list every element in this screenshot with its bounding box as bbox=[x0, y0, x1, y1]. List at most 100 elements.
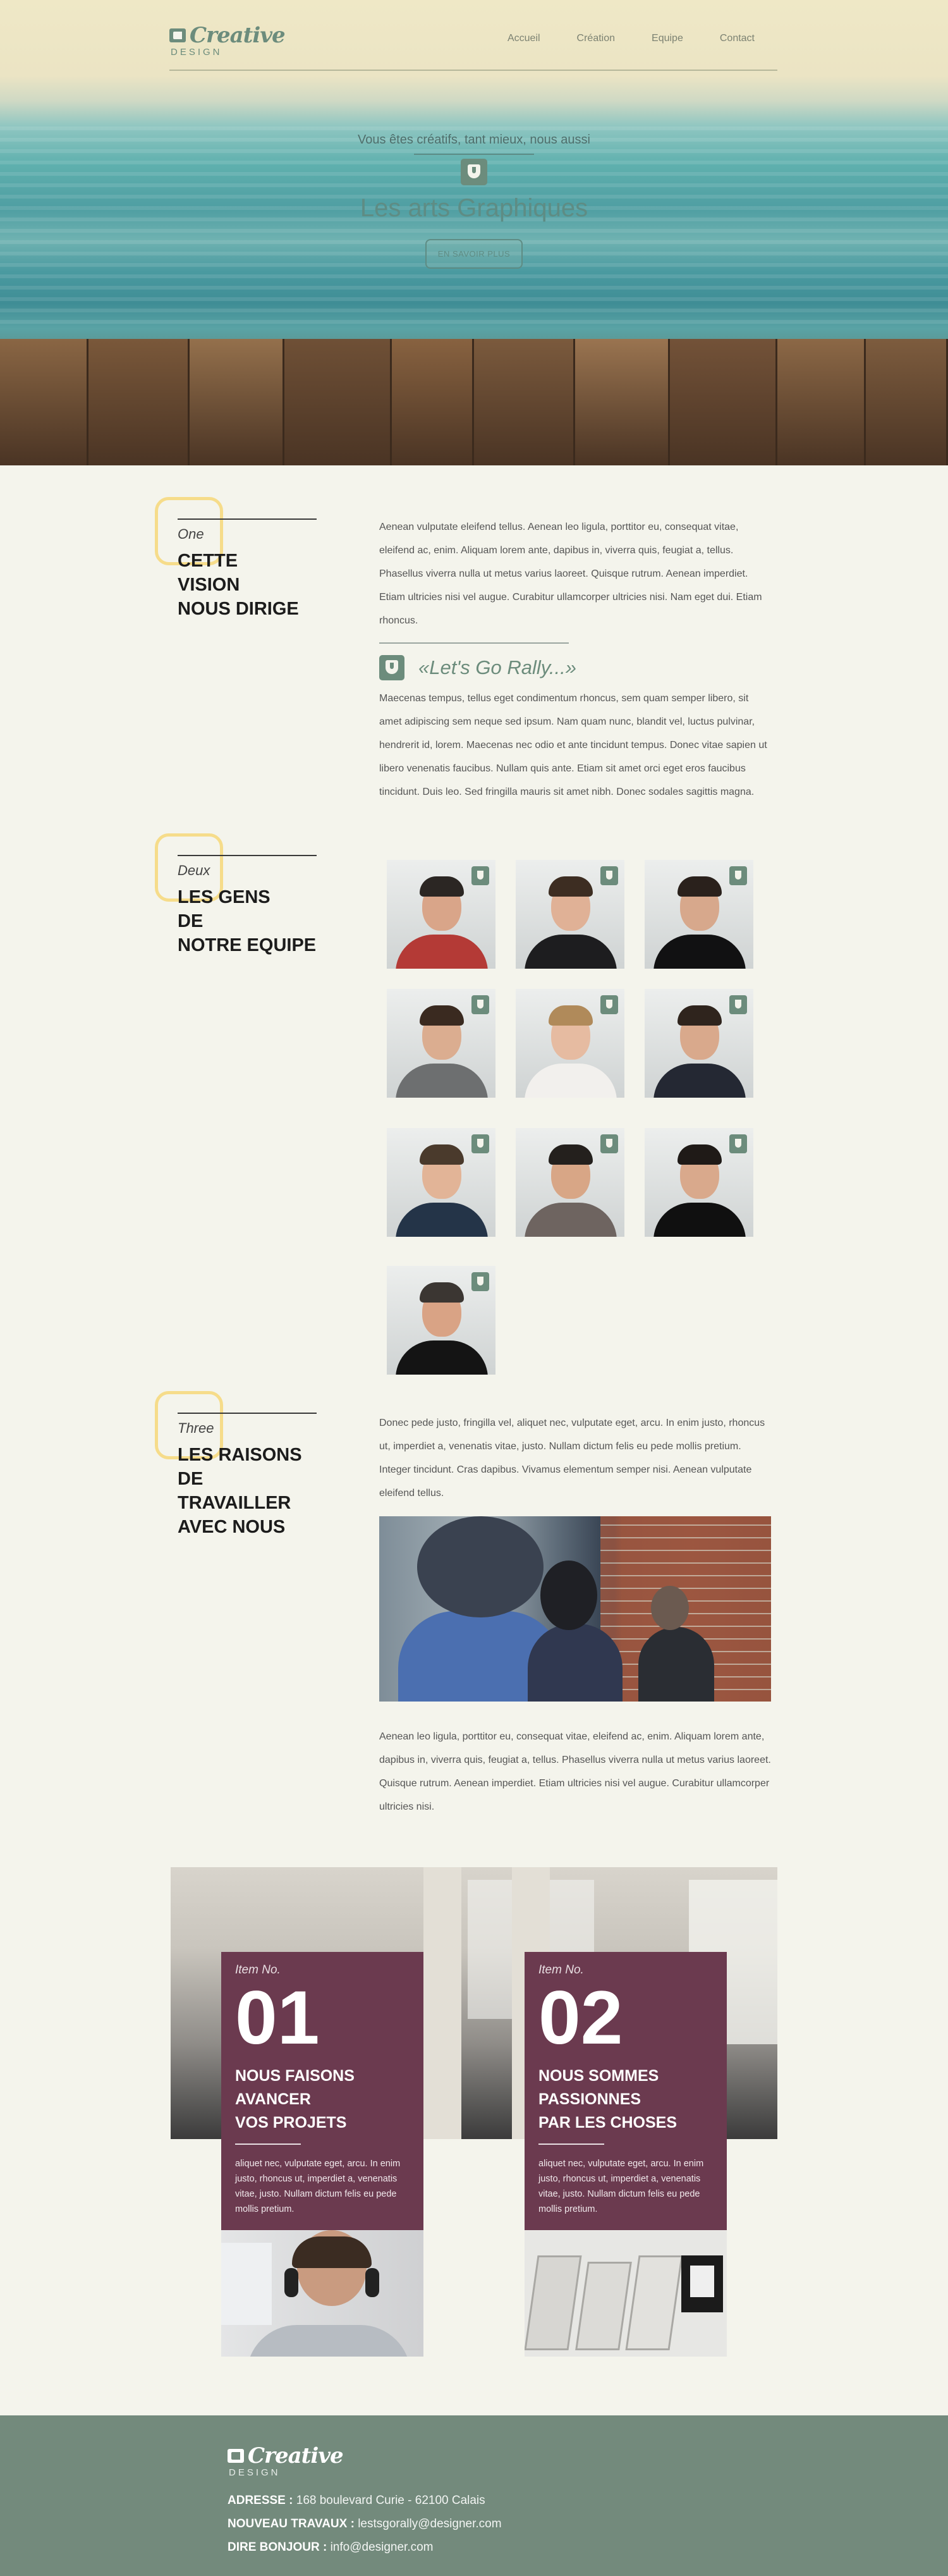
items-section: Item No. 01 NOUS FAISONS AVANCER VOS PRO… bbox=[171, 1867, 777, 2357]
section-paragraph: Aenean vulputate eleifend tellus. Aenean… bbox=[379, 522, 762, 626]
item-title: NOUS SOMMES PASSIONNES PAR LES CHOSES bbox=[538, 2064, 713, 2135]
pin-icon bbox=[461, 159, 487, 185]
deck-plank bbox=[777, 339, 866, 465]
footer-hello-label: DIRE BONJOUR : bbox=[228, 2541, 327, 2554]
pin-icon bbox=[600, 1134, 618, 1153]
team-member-photo[interactable] bbox=[387, 860, 495, 969]
footer-hello-email[interactable]: info@designer.com bbox=[331, 2541, 434, 2554]
nav-link-contact[interactable]: Contact bbox=[720, 33, 755, 44]
pin-icon bbox=[471, 1134, 489, 1153]
item-title-line: PASSIONNES bbox=[538, 2090, 641, 2108]
item-number: 02 bbox=[538, 1975, 623, 2060]
section-number: Three bbox=[178, 1420, 214, 1436]
section-title-line: NOTRE EQUIPE bbox=[178, 935, 317, 955]
item-text: aliquet nec, vulputate eget, arcu. In en… bbox=[235, 2159, 401, 2214]
section-title: CETTE VISION NOUS DIRIGE bbox=[178, 549, 299, 621]
section-rule bbox=[178, 855, 317, 856]
team-member-photo[interactable] bbox=[645, 989, 753, 1098]
pin-icon bbox=[471, 1272, 489, 1291]
logo-subtitle: DESIGN bbox=[171, 47, 222, 58]
logo-icon bbox=[169, 28, 186, 42]
pin-icon bbox=[600, 866, 618, 885]
deck-plank bbox=[575, 339, 670, 465]
footer-jobs-email[interactable]: lestsgorally@designer.com bbox=[358, 2517, 501, 2530]
team-member-photo[interactable] bbox=[645, 860, 753, 969]
item-photo bbox=[525, 2230, 727, 2357]
section-title-line: DE bbox=[178, 911, 204, 931]
section-paragraph: Donec pede justo, fringilla vel, aliquet… bbox=[379, 1418, 765, 1499]
section-title-line: VISION bbox=[178, 575, 240, 595]
hero-tagline: Vous êtes créatifs, tant mieux, nous aus… bbox=[358, 133, 590, 147]
deck-plank bbox=[88, 339, 190, 465]
item-title-line: VOS PROJETS bbox=[235, 2114, 347, 2131]
deck-plank bbox=[670, 339, 777, 465]
section-title-line: DE TRAVAILLER bbox=[178, 1469, 291, 1513]
team-member-photo[interactable] bbox=[516, 860, 624, 969]
hero-wood-deck bbox=[0, 339, 948, 465]
section-title: LES RAISONS DE TRAVAILLER AVEC NOUS bbox=[178, 1443, 319, 1539]
section-rule bbox=[178, 518, 317, 520]
footer-jobs: NOUVEAU TRAVAUX : lestsgorally@designer.… bbox=[228, 2512, 502, 2536]
hero-banner: Creative DESIGN Accueil Création Equipe … bbox=[0, 0, 948, 465]
site-footer: Creative DESIGN ADRESSE : 168 boulevard … bbox=[0, 2415, 948, 2576]
footer-jobs-label: NOUVEAU TRAVAUX : bbox=[228, 2517, 355, 2530]
quote-text: «Let's Go Rally...» bbox=[418, 656, 577, 678]
logo-icon bbox=[228, 2449, 244, 2463]
item-photo bbox=[221, 2230, 423, 2357]
section-number: Deux bbox=[178, 862, 210, 878]
quote-rule bbox=[379, 642, 569, 644]
team-member-photo[interactable] bbox=[645, 1128, 753, 1237]
item-rule bbox=[538, 2144, 604, 2145]
nav-link-accueil[interactable]: Accueil bbox=[507, 33, 540, 44]
team-member-photo[interactable] bbox=[387, 1266, 495, 1375]
logo-subtitle: DESIGN bbox=[229, 2467, 281, 2478]
section-rule bbox=[178, 1413, 317, 1414]
learn-more-button[interactable]: EN SAVOIR PLUS bbox=[425, 239, 523, 269]
pin-icon bbox=[729, 866, 747, 885]
section-title-line: CETTE bbox=[178, 551, 238, 571]
team-member-photo[interactable] bbox=[387, 1128, 495, 1237]
deck-plank bbox=[0, 339, 88, 465]
deck-plank bbox=[190, 339, 284, 465]
section-paragraph: Maecenas tempus, tellus eget condimentum… bbox=[379, 693, 767, 797]
item-rule bbox=[235, 2144, 301, 2145]
footer-hello: DIRE BONJOUR : info@designer.com bbox=[228, 2536, 502, 2559]
pin-icon bbox=[729, 995, 747, 1014]
section-three-body-2: Aenean leo ligula, porttitor eu, consequ… bbox=[379, 1725, 771, 1819]
item-title-line: AVANCER bbox=[235, 2090, 311, 2108]
section-title-line: AVEC NOUS bbox=[178, 1517, 286, 1537]
pin-icon bbox=[600, 995, 618, 1014]
footer-contact: ADRESSE : 168 boulevard Curie - 62100 Ca… bbox=[228, 2489, 502, 2559]
section-one-body: Aenean vulputate eleifend tellus. Aenean… bbox=[379, 515, 771, 804]
deck-plank bbox=[474, 339, 575, 465]
section-three-body: Donec pede justo, fringilla vel, aliquet… bbox=[379, 1411, 771, 1505]
footer-address-value: 168 boulevard Curie - 62100 Calais bbox=[296, 2494, 485, 2507]
hero-divider bbox=[414, 154, 534, 155]
hero-title: Les arts Graphiques bbox=[360, 194, 588, 222]
hero-content: Vous êtes créatifs, tant mieux, nous aus… bbox=[0, 133, 948, 269]
item-title-line: NOUS SOMMES bbox=[538, 2067, 659, 2085]
footer-logo[interactable]: Creative DESIGN bbox=[228, 2443, 344, 2478]
item-title: NOUS FAISONS AVANCER VOS PROJETS bbox=[235, 2064, 410, 2135]
section-title-line: LES RAISONS bbox=[178, 1445, 302, 1465]
pin-icon bbox=[471, 866, 489, 885]
section-title: LES GENS DE NOTRE EQUIPE bbox=[178, 885, 316, 957]
site-logo[interactable]: Creative DESIGN bbox=[169, 23, 286, 58]
deck-plank bbox=[866, 339, 948, 465]
main-navbar: Creative DESIGN Accueil Création Equipe … bbox=[169, 19, 777, 71]
footer-address: ADRESSE : 168 boulevard Curie - 62100 Ca… bbox=[228, 2489, 502, 2512]
team-member-photo[interactable] bbox=[516, 1128, 624, 1237]
footer-address-label: ADRESSE : bbox=[228, 2494, 293, 2507]
pin-icon bbox=[729, 1134, 747, 1153]
team-member-photo[interactable] bbox=[516, 989, 624, 1098]
nav-menu: Accueil Création Equipe Contact bbox=[471, 33, 755, 44]
section-number: One bbox=[178, 526, 204, 542]
item-title-line: PAR LES CHOSES bbox=[538, 2114, 678, 2131]
office-photo bbox=[379, 1516, 771, 1702]
nav-link-creation[interactable]: Création bbox=[577, 33, 615, 44]
item-card-1: Item No. 01 NOUS FAISONS AVANCER VOS PRO… bbox=[221, 1952, 423, 2357]
deck-plank bbox=[392, 339, 474, 465]
nav-link-equipe[interactable]: Equipe bbox=[652, 33, 683, 44]
deck-plank bbox=[284, 339, 392, 465]
team-member-photo[interactable] bbox=[387, 989, 495, 1098]
